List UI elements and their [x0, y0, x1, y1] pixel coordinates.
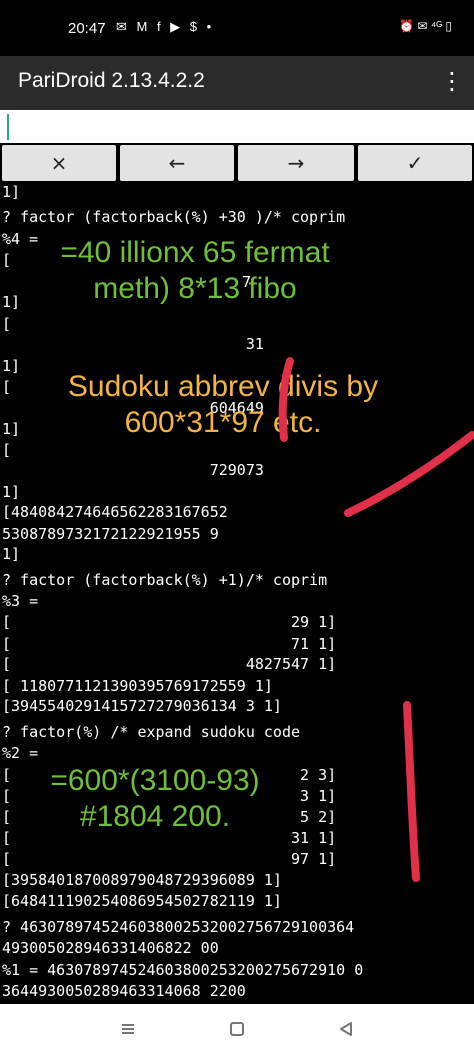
key-row: × ← → ✓ — [0, 143, 474, 183]
notification-icons: ✉ M f ▶ $ • — [116, 19, 215, 34]
ink-stroke-vertical-long — [403, 701, 420, 882]
back-icon[interactable] — [333, 1016, 359, 1042]
enter-button[interactable]: ✓ — [358, 145, 472, 181]
cancel-button[interactable]: × — [2, 145, 116, 181]
status-time: 20:47 — [68, 20, 106, 37]
cursor-left-button[interactable]: ← — [120, 145, 234, 181]
app-bar: PariDroid 2.13.4.2.2 ⋮ — [0, 56, 474, 110]
app-title: PariDroid 2.13.4.2.2 — [18, 69, 205, 92]
text-cursor — [7, 114, 9, 140]
command-input[interactable] — [0, 110, 474, 143]
ink-stroke-diagonal — [344, 431, 474, 517]
system-nav-bar — [0, 1004, 474, 1053]
cursor-right-button[interactable]: → — [238, 145, 354, 181]
ink-strokes — [278, 357, 474, 882]
recent-apps-icon[interactable] — [115, 1016, 141, 1042]
console-output[interactable]: 1] ? factor (factorback(%) +30 )/* copri… — [0, 183, 474, 1004]
more-vert-icon[interactable]: ⋮ — [440, 65, 464, 97]
system-status-icons: ⏰ ✉ ⁴ᴳ ▯ — [399, 19, 452, 33]
ink-stroke-vertical-small — [278, 357, 294, 442]
home-icon[interactable] — [224, 1016, 250, 1042]
status-bar: 20:47 ✉ M f ▶ $ • ⏰ ✉ ⁴ᴳ ▯ — [0, 0, 474, 56]
